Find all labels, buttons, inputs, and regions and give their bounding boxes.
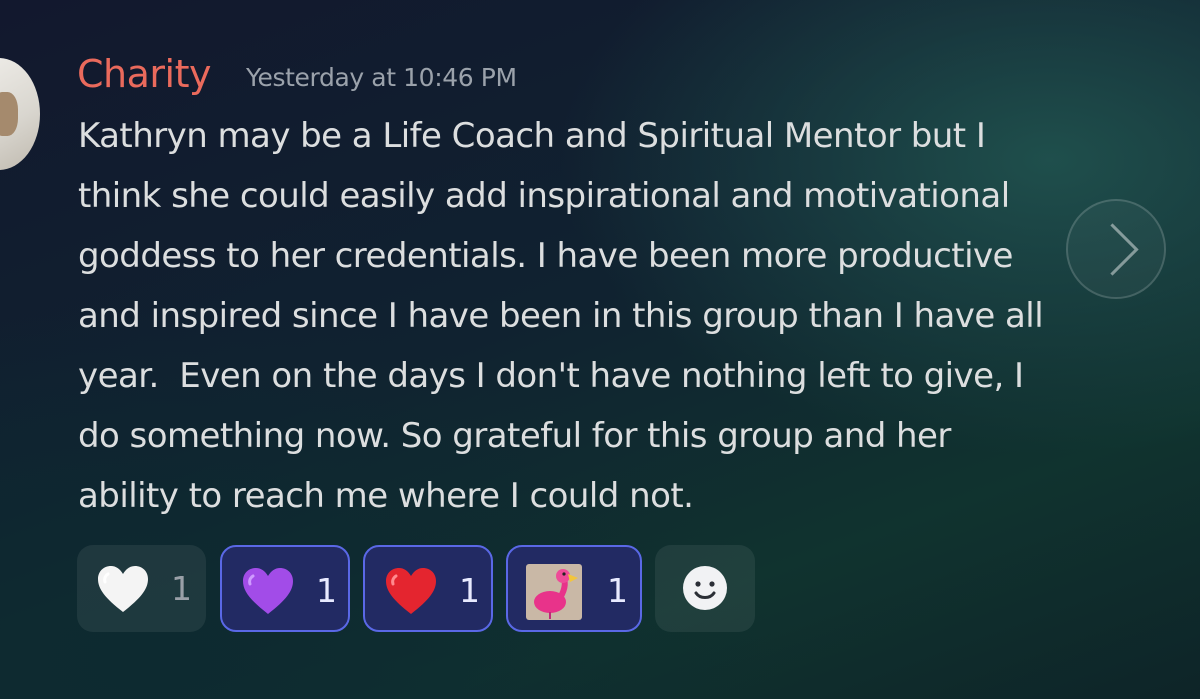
red-heart-icon [386, 568, 436, 614]
avatar-photo [0, 92, 18, 136]
add-reaction-button[interactable] [655, 545, 755, 632]
white-heart-icon [98, 566, 148, 612]
reaction-purple-heart[interactable]: 1 [220, 545, 350, 632]
message-line: goddess to her credentials. I have been … [78, 236, 1013, 276]
message-line: do something now. So grateful for this g… [78, 416, 951, 456]
author-name[interactable]: Charity [77, 50, 211, 98]
reaction-flamingo[interactable]: 1 [506, 545, 642, 632]
message-timestamp: Yesterday at 10:46 PM [246, 63, 517, 92]
author-avatar[interactable] [0, 58, 40, 170]
message-line: think she could easily add inspirational… [78, 176, 1010, 216]
chevron-right-icon [1086, 223, 1139, 276]
message-line: ability to reach me where I could not. [78, 476, 694, 516]
flamingo-icon [526, 564, 582, 620]
message-line: Kathryn may be a Life Coach and Spiritua… [78, 116, 986, 156]
message-line: year. Even on the days I don't have noth… [78, 356, 1024, 396]
reaction-red-heart[interactable]: 1 [363, 545, 493, 632]
reaction-count: 1 [459, 571, 480, 610]
reaction-count: 1 [171, 569, 192, 608]
next-button[interactable] [1066, 199, 1166, 299]
purple-heart-icon [243, 568, 293, 614]
reaction-white-heart[interactable]: 1 [77, 545, 206, 632]
message-body: Kathryn may be a Life Coach and Spiritua… [78, 106, 1178, 526]
reaction-count: 1 [316, 571, 337, 610]
message-line: and inspired since I have been in this g… [78, 296, 1044, 336]
reaction-count: 1 [607, 571, 628, 610]
add-reaction-smiley-icon [683, 566, 727, 610]
